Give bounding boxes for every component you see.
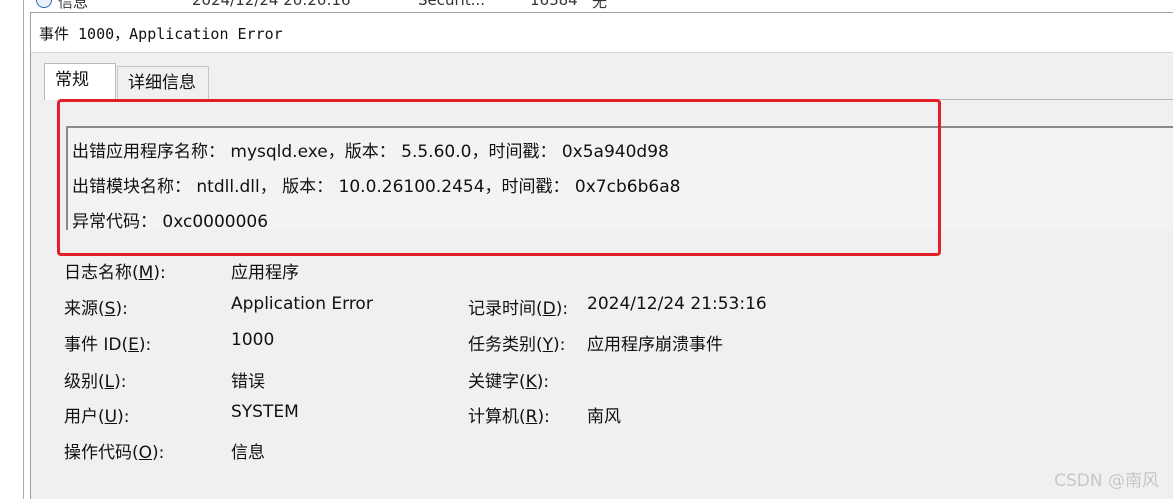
row-source: Securit... <box>418 0 486 9</box>
event-properties-pane: 事件 1000，Application Error 常规 详细信息 出错应用程序… <box>30 12 1173 499</box>
description-line-faulting-app: 出错应用程序名称： mysqld.exe，版本： 5.5.60.0，时间戳： 0… <box>72 142 669 162</box>
event-id-label: 事件 ID(E): <box>64 335 152 355</box>
row-datetime: 2024/12/24 20:20:16 <box>192 0 351 9</box>
source-value: Application Error <box>231 294 373 314</box>
left-pane-edge <box>0 0 24 499</box>
opcode-value: 信息 <box>231 443 265 463</box>
event-description-box[interactable]: 出错应用程序名称： mysqld.exe，版本： 5.5.60.0，时间戳： 0… <box>66 126 1173 232</box>
event-list-row-partial[interactable]: 信息 2024/12/24 20:20:16 Securit... 16384 … <box>0 0 1173 12</box>
opcode-label: 操作代码(O): <box>64 443 165 463</box>
user-label: 用户(U): <box>64 407 130 427</box>
tab-details[interactable]: 详细信息 <box>117 66 209 100</box>
keywords-label: 关键字(K): <box>468 372 550 392</box>
tab-general[interactable]: 常规 <box>44 63 116 100</box>
source-label: 来源(S): <box>64 299 128 319</box>
task-category-value: 应用程序崩溃事件 <box>587 335 723 355</box>
info-icon <box>36 0 52 8</box>
computer-label: 计算机(R): <box>468 407 550 427</box>
user-value: SYSTEM <box>231 402 299 422</box>
row-category: 无 <box>592 0 608 11</box>
pane-title: 事件 1000，Application Error <box>39 25 283 43</box>
task-category-label: 任务类别(Y): <box>468 335 566 355</box>
description-line-faulting-module: 出错模块名称： ntdll.dll， 版本： 10.0.26100.2454，时… <box>72 177 681 197</box>
pane-title-bar: 事件 1000，Application Error <box>31 13 1173 53</box>
computer-value: 南风 <box>587 407 621 427</box>
log-name-label: 日志名称(M): <box>64 263 166 283</box>
logged-value: 2024/12/24 21:53:16 <box>587 294 767 314</box>
event-id-value: 1000 <box>231 330 275 350</box>
watermark: CSDN @南风 <box>1054 471 1159 491</box>
logged-label: 记录时间(D): <box>468 299 569 319</box>
level-value: 错误 <box>231 372 265 392</box>
description-line-exception-code: 异常代码： 0xc0000006 <box>72 212 269 232</box>
log-name-value: 应用程序 <box>231 263 299 283</box>
level-label: 级别(L): <box>64 372 127 392</box>
row-level: 信息 <box>58 0 89 11</box>
row-event-id: 16384 <box>530 0 578 9</box>
